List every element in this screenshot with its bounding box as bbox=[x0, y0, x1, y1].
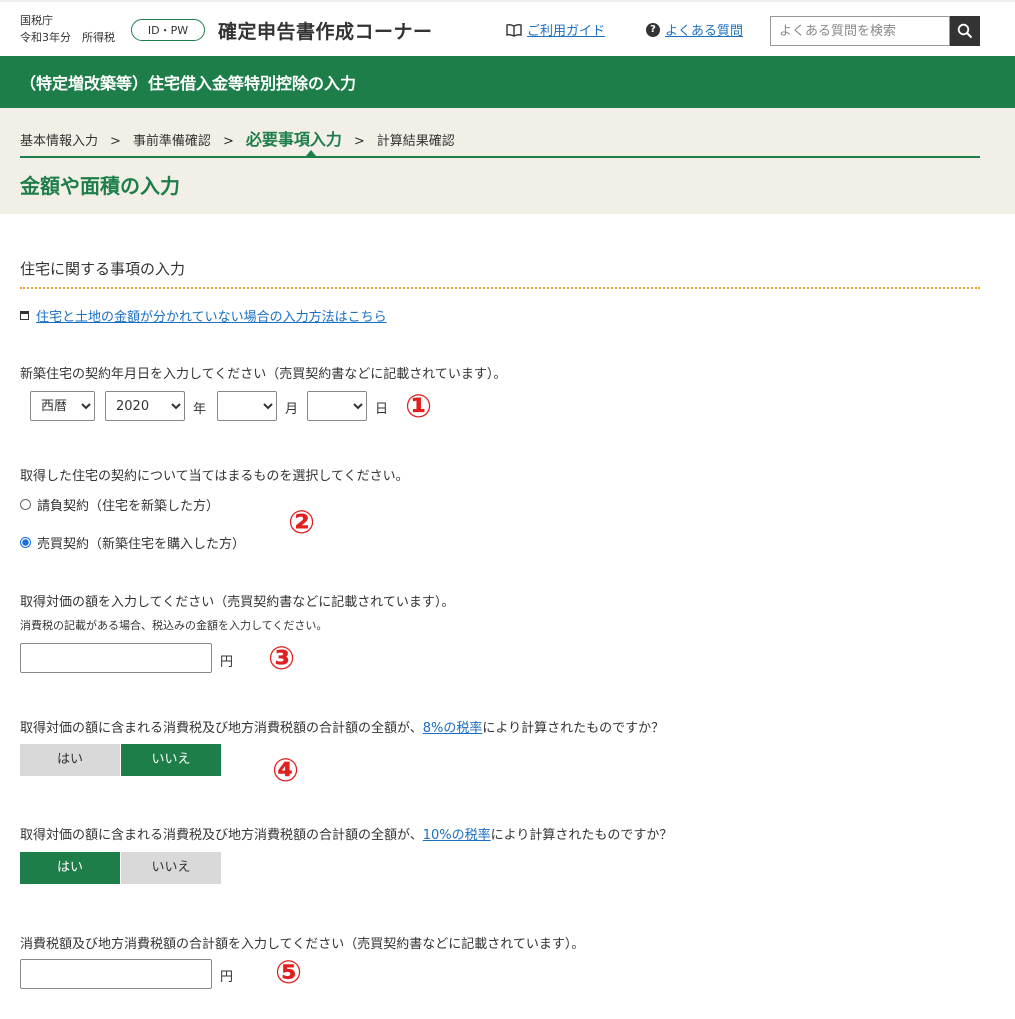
tax-10-question: 取得対価の額に含まれる消費税及び地方消費税額の合計額の全額が、10%の税率により… bbox=[20, 824, 672, 843]
year-unit: 年 bbox=[193, 402, 207, 417]
price-note: 消費税の記載がある場合、税込みの金額を入力してください。 bbox=[20, 619, 328, 632]
tax-total-unit: 円 bbox=[220, 970, 234, 985]
annotation-marker-1: ① bbox=[405, 387, 433, 425]
radio-label: 請負契約（住宅を新築した方） bbox=[37, 499, 220, 514]
app-title: 確定申告書作成コーナー bbox=[218, 21, 433, 43]
tax-8-yes-button[interactable]: はい bbox=[20, 744, 120, 776]
contract-type-label: 取得した住宅の契約について当てはまるものを選択してください。 bbox=[20, 469, 409, 484]
faq-link[interactable]: ? よくある質問 bbox=[646, 20, 743, 39]
section-title: 住宅に関する事項の入力 bbox=[20, 260, 186, 278]
step-required-input: 必要事項入力 bbox=[245, 130, 342, 149]
site-header: 国税庁 令和3年分 所得税 ID・PW 確定申告書作成コーナー ご利用ガイド ?… bbox=[0, 0, 1015, 56]
year-select[interactable]: 2020 bbox=[105, 391, 185, 421]
breadcrumb: 基本情報入力 > 事前準備確認 > 必要事項入力 > 計算結果確認 bbox=[20, 126, 455, 150]
annotation-marker-3: ③ bbox=[268, 639, 296, 677]
agency-info: 国税庁 令和3年分 所得税 bbox=[20, 12, 115, 46]
radio-label: 売買契約（新築住宅を購入した方） bbox=[37, 537, 246, 552]
tax-10-yes-button[interactable]: はい bbox=[20, 852, 120, 884]
annotation-marker-2: ② bbox=[288, 503, 316, 541]
month-select[interactable] bbox=[217, 391, 277, 421]
contract-date-label: 新築住宅の契約年月日を入力してください（売買契約書などに記載されています）。 bbox=[20, 367, 507, 382]
day-select[interactable] bbox=[307, 391, 367, 421]
step-preparation: 事前準備確認 bbox=[132, 134, 211, 149]
tax-10-rate-link[interactable]: 10%の税率 bbox=[423, 828, 491, 843]
page-title: 金額や面積の入力 bbox=[20, 174, 180, 198]
section-bar: （特定増改築等）住宅借入金等特別控除の入力 bbox=[0, 56, 1015, 108]
breadcrumb-separator: > bbox=[353, 134, 365, 149]
land-price-help-link-text[interactable]: 住宅と土地の金額が分かれていない場合の入力方法はこちら bbox=[36, 306, 387, 325]
price-unit: 円 bbox=[220, 655, 234, 670]
price-label: 取得対価の額を入力してください（売買契約書などに記載されています）。 bbox=[20, 595, 455, 610]
annotation-marker-4: ④ bbox=[272, 751, 300, 789]
current-step-marker bbox=[306, 150, 316, 156]
tax-10-question-text: 取得対価の額に含まれる消費税及び地方消費税額の合計額の全額が、 bbox=[20, 828, 423, 843]
new-window-icon bbox=[20, 311, 29, 320]
guide-link-text[interactable]: ご利用ガイド bbox=[527, 20, 605, 39]
guide-link[interactable]: ご利用ガイド bbox=[506, 20, 605, 39]
login-type-badge: ID・PW bbox=[131, 19, 205, 41]
breadcrumb-separator: > bbox=[222, 134, 234, 149]
tax-8-no-button[interactable]: いいえ bbox=[121, 744, 221, 776]
tax-total-input[interactable] bbox=[20, 959, 212, 989]
radio-construction-contract[interactable]: 請負契約（住宅を新築した方） bbox=[20, 495, 219, 514]
tax-10-no-button[interactable]: いいえ bbox=[121, 852, 221, 884]
breadcrumb-underline bbox=[20, 156, 980, 158]
question-icon: ? bbox=[646, 22, 660, 37]
tax-total-label: 消費税額及び地方消費税額の合計額を入力してください（売買契約書などに記載されてい… bbox=[20, 937, 585, 952]
radio-button[interactable] bbox=[20, 499, 31, 510]
search-button[interactable] bbox=[950, 16, 980, 46]
step-result: 計算結果確認 bbox=[376, 134, 455, 149]
tax-8-rate-link[interactable]: 8%の税率 bbox=[423, 721, 483, 736]
era-select[interactable]: 西暦 bbox=[30, 391, 95, 421]
faq-search-input[interactable] bbox=[770, 16, 950, 46]
search-icon bbox=[957, 23, 973, 39]
radio-button-selected[interactable] bbox=[20, 537, 31, 548]
day-unit: 日 bbox=[375, 402, 389, 417]
book-icon bbox=[506, 23, 522, 37]
annotation-marker-5: ⑤ bbox=[275, 953, 303, 991]
agency-name: 国税庁 bbox=[20, 14, 53, 27]
section-bar-title: （特定増改築等）住宅借入金等特別控除の入力 bbox=[20, 74, 357, 93]
tax-8-question: 取得対価の額に含まれる消費税及び地方消費税額の合計額の全額が、8%の税率により計… bbox=[20, 717, 664, 736]
faq-link-text[interactable]: よくある質問 bbox=[665, 20, 743, 39]
month-unit: 月 bbox=[285, 402, 299, 417]
radio-purchase-contract[interactable]: 売買契約（新築住宅を購入した方） bbox=[20, 533, 245, 552]
step-basic-info: 基本情報入力 bbox=[20, 134, 99, 149]
tax-year: 令和3年分 所得税 bbox=[20, 31, 115, 44]
price-input[interactable] bbox=[20, 643, 212, 673]
tax-10-question-text-end: により計算されたものですか？ bbox=[490, 828, 673, 843]
section-divider bbox=[20, 287, 980, 289]
tax-8-question-text-end: により計算されたものですか？ bbox=[482, 721, 665, 736]
land-price-help-link[interactable]: 住宅と土地の金額が分かれていない場合の入力方法はこちら bbox=[20, 306, 387, 325]
tax-8-question-text: 取得対価の額に含まれる消費税及び地方消費税額の合計額の全額が、 bbox=[20, 721, 423, 736]
breadcrumb-separator: > bbox=[110, 134, 121, 149]
